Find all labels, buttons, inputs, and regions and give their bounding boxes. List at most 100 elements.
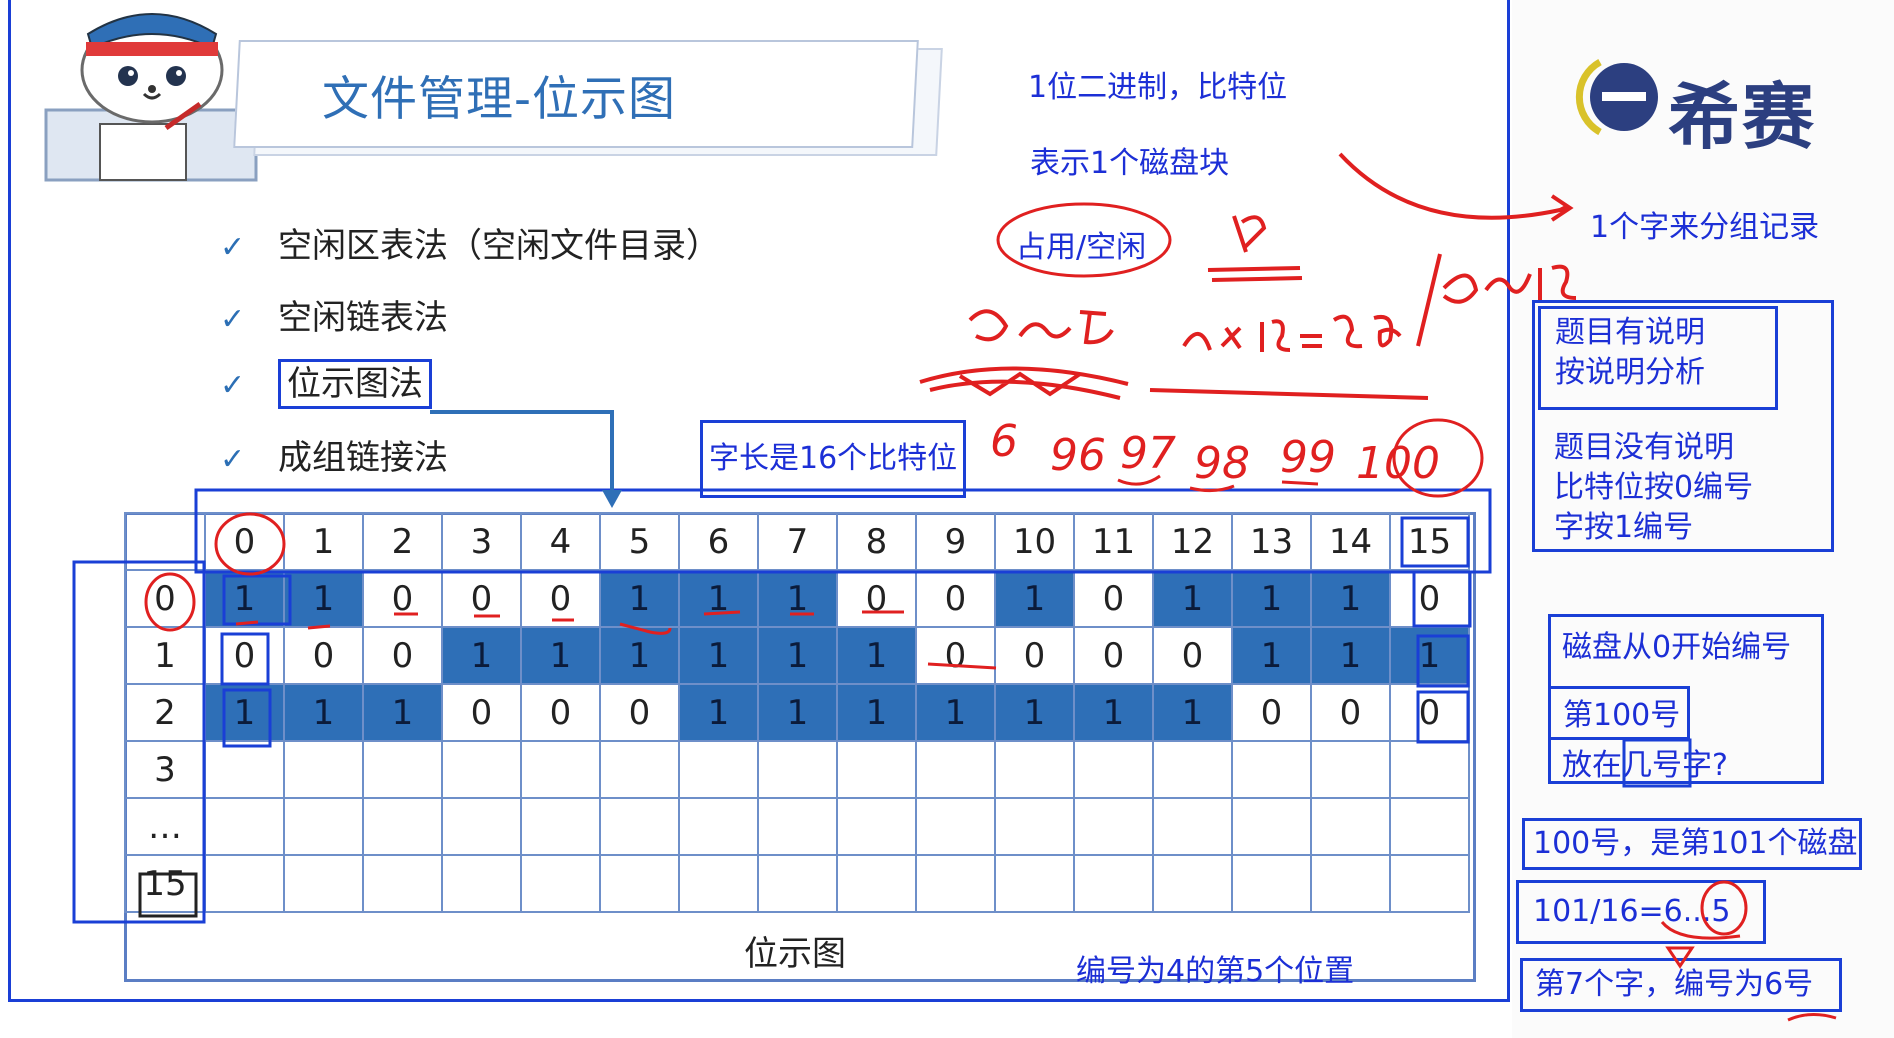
bitmap-cell: 1 — [1152, 683, 1233, 742]
bitmap-cell: 0 — [1073, 626, 1154, 685]
bitmap-cell — [757, 854, 838, 913]
bitmap-cell: 1 — [1152, 569, 1233, 628]
note-state: 占用/空闲 — [1016, 230, 1147, 265]
bitmap-cell: 1 — [678, 683, 759, 742]
note-explained: 题目有说明 按说明分析 — [1538, 306, 1778, 410]
bitmap-row: 15 — [124, 854, 1470, 913]
bitmap-row: … — [124, 797, 1470, 856]
bitmap-caption: 位示图 — [744, 934, 846, 974]
note-word-length: 字长是16个比特位 — [700, 420, 967, 498]
bitmap-cell — [678, 854, 759, 913]
bitmap-column-header: 15 — [1389, 512, 1470, 571]
note-which-word: 放在几号字? — [1562, 748, 1728, 783]
bitmap-cell — [915, 854, 996, 913]
bitmap-column-header: 0 — [204, 512, 285, 571]
bullet-grouped-link: ✓ 成组链接法 — [220, 430, 448, 479]
bitmap-row-label: 15 — [124, 854, 206, 913]
bitmap-cell: 0 — [441, 683, 522, 742]
bitmap-cell — [362, 854, 443, 913]
bitmap-column-header: 3 — [441, 512, 522, 571]
bullet-label: 成组链接法 — [278, 438, 448, 478]
bitmap-cell — [1310, 797, 1391, 856]
bitmap-cell: 1 — [836, 683, 917, 742]
bitmap-cell — [599, 854, 680, 913]
bitmap-cell — [757, 797, 838, 856]
bitmap-cell — [1389, 854, 1470, 913]
bitmap-cell: 0 — [994, 626, 1075, 685]
bitmap-column-header: 2 — [362, 512, 443, 571]
bitmap-column-header: 8 — [836, 512, 917, 571]
bitmap-row-label: … — [124, 797, 206, 856]
note-is-101: 100号，是第101个磁盘 — [1522, 818, 1862, 870]
bitmap-cell: 0 — [1310, 683, 1391, 742]
bitmap-cell — [283, 854, 364, 913]
bitmap-row: 21110001111111000 — [124, 683, 1470, 742]
bitmap-cell: 0 — [836, 569, 917, 628]
note-position5: 编号为4的第5个位置 — [1076, 954, 1355, 989]
bitmap-cell: 1 — [1310, 569, 1391, 628]
bitmap-cell: 1 — [204, 569, 285, 628]
bitmap-cell: 1 — [1231, 626, 1312, 685]
bitmap-column-header: 4 — [520, 512, 601, 571]
bitmap-cell: 1 — [678, 626, 759, 685]
bitmap-cell: 0 — [1073, 569, 1154, 628]
cat-mascot-icon — [44, 13, 258, 182]
bitmap-cell — [836, 797, 917, 856]
bullet-free-area-table: ✓ 空闲区表法（空闲文件目录） — [220, 218, 720, 267]
bitmap-cell: 1 — [520, 626, 601, 685]
bitmap-cell: 1 — [994, 569, 1075, 628]
bitmap-cell: 1 — [441, 626, 522, 685]
bitmap-column-header: 1 — [283, 512, 364, 571]
page-title: 文件管理-位示图 — [322, 72, 676, 127]
note-disk-from-zero: 磁盘从0开始编号 — [1562, 630, 1792, 665]
bullet-label: 空闲链表法 — [278, 298, 448, 338]
note-calc: 101/16=6...5 — [1516, 880, 1766, 944]
bitmap-row-label: 0 — [124, 569, 206, 628]
bitmap-cell — [1231, 854, 1312, 913]
bitmap-cell — [520, 797, 601, 856]
bitmap-cell — [1152, 797, 1233, 856]
bitmap-cell: 1 — [1073, 683, 1154, 742]
bitmap-row-label: 2 — [124, 683, 206, 742]
bitmap-cell — [1073, 854, 1154, 913]
bitmap-cell — [283, 797, 364, 856]
bitmap-cell: 0 — [915, 569, 996, 628]
bitmap-cell: 1 — [678, 569, 759, 628]
bitmap-cell: 0 — [599, 683, 680, 742]
bitmap-cell — [1231, 740, 1312, 799]
bitmap-cell: 0 — [1389, 569, 1470, 628]
bitmap-cell — [1389, 740, 1470, 799]
bitmap-cell — [1152, 854, 1233, 913]
bitmap-table: 0 1 2 3 4 5 6 7 8 9 10 11 12 13 14 15 0 1 1 0 0 0 1 1 1 0 0 1 0 1 1 1 0 1… — [124, 512, 1470, 972]
bitmap-cell: 0 — [1231, 683, 1312, 742]
bitmap-cell: 1 — [283, 569, 364, 628]
check-icon: ✓ — [220, 302, 246, 337]
note-unexplained: 题目没有说明 比特位按0编号 字按1编号 — [1554, 430, 1754, 545]
bitmap-cell — [994, 797, 1075, 856]
bitmap-cell: 1 — [757, 569, 838, 628]
bullet-bitmap: ✓ 位示图法 — [220, 356, 432, 409]
bitmap-cell — [757, 740, 838, 799]
bitmap-cell — [1389, 797, 1470, 856]
bitmap-column-header: 13 — [1231, 512, 1312, 571]
bitmap-cell: 0 — [520, 569, 601, 628]
check-icon: ✓ — [220, 368, 246, 403]
bitmap-cell — [520, 740, 601, 799]
bitmap-cell — [204, 740, 285, 799]
bitmap-column-header: 5 — [599, 512, 680, 571]
bitmap-row: 10001111110000111 — [124, 626, 1470, 685]
bitmap-cell — [1152, 740, 1233, 799]
note-group: 1个字来分组记录 — [1590, 210, 1820, 245]
bitmap-cell: 1 — [994, 683, 1075, 742]
bitmap-cell: 1 — [757, 683, 838, 742]
bitmap-cell — [915, 740, 996, 799]
bitmap-cell — [599, 740, 680, 799]
bitmap-cell: 1 — [283, 683, 364, 742]
bitmap-row-label: 3 — [124, 740, 206, 799]
note-bit: 1位二进制，比特位 — [1028, 70, 1288, 105]
check-icon: ✓ — [220, 230, 246, 265]
bitmap-column-header: 6 — [678, 512, 759, 571]
bitmap-column-header: 9 — [915, 512, 996, 571]
bullet-label: 位示图法 — [278, 359, 432, 409]
bitmap-column-header: 7 — [757, 512, 838, 571]
